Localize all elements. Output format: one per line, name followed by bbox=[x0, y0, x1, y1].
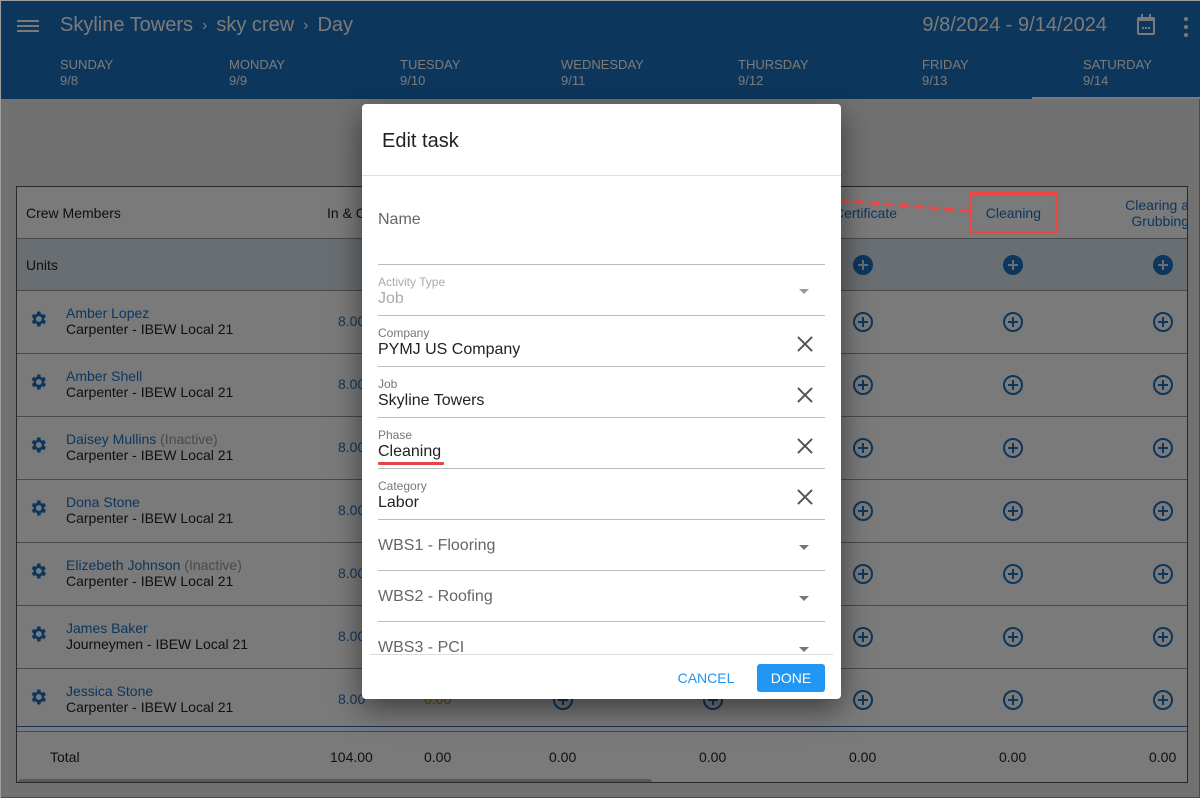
wbs1-placeholder: WBS1 - Flooring bbox=[378, 537, 496, 554]
done-button[interactable]: Done bbox=[757, 664, 825, 692]
company-label: Company bbox=[378, 326, 430, 340]
divider bbox=[370, 654, 833, 655]
clear-icon[interactable] bbox=[797, 387, 813, 403]
phase-field[interactable]: Phase Cleaning bbox=[378, 427, 825, 469]
wbs2-select[interactable]: WBS2 - Roofing bbox=[378, 580, 825, 622]
annotation-underline bbox=[378, 462, 444, 465]
phase-value: Cleaning bbox=[378, 443, 442, 460]
wbs2-placeholder: WBS2 - Roofing bbox=[378, 588, 493, 605]
annotation-highlight-box bbox=[969, 192, 1058, 234]
category-label: Category bbox=[378, 479, 427, 493]
category-field[interactable]: Category Labor bbox=[378, 478, 825, 520]
clear-icon[interactable] bbox=[797, 336, 813, 352]
activity-type-select: Activity Type Job bbox=[378, 274, 825, 316]
job-label: Job bbox=[378, 377, 398, 391]
dropdown-arrow-icon[interactable] bbox=[799, 545, 809, 550]
clear-icon[interactable] bbox=[797, 489, 813, 505]
cancel-button[interactable]: Cancel bbox=[668, 664, 744, 692]
dialog-title: Edit task bbox=[382, 130, 459, 152]
company-value: PYMJ US Company bbox=[378, 341, 521, 358]
job-value: Skyline Towers bbox=[378, 392, 485, 409]
company-field[interactable]: Company PYMJ US Company bbox=[378, 325, 825, 367]
category-value: Labor bbox=[378, 494, 419, 511]
name-field[interactable]: Name bbox=[378, 204, 825, 265]
activity-type-value: Job bbox=[378, 290, 404, 307]
dropdown-arrow-icon[interactable] bbox=[799, 647, 809, 652]
divider bbox=[362, 175, 841, 176]
annotation-arrow-icon bbox=[823, 194, 970, 213]
edit-task-dialog: Edit task Name Activity Type Job Company… bbox=[362, 104, 841, 699]
phase-label: Phase bbox=[378, 428, 413, 442]
job-field[interactable]: Job Skyline Towers bbox=[378, 376, 825, 418]
dropdown-arrow-icon[interactable] bbox=[799, 596, 809, 601]
activity-type-label: Activity Type bbox=[378, 275, 446, 289]
dropdown-arrow-icon bbox=[799, 289, 809, 294]
name-placeholder: Name bbox=[378, 211, 421, 228]
wbs1-select[interactable]: WBS1 - Flooring bbox=[378, 529, 825, 571]
clear-icon[interactable] bbox=[797, 438, 813, 454]
